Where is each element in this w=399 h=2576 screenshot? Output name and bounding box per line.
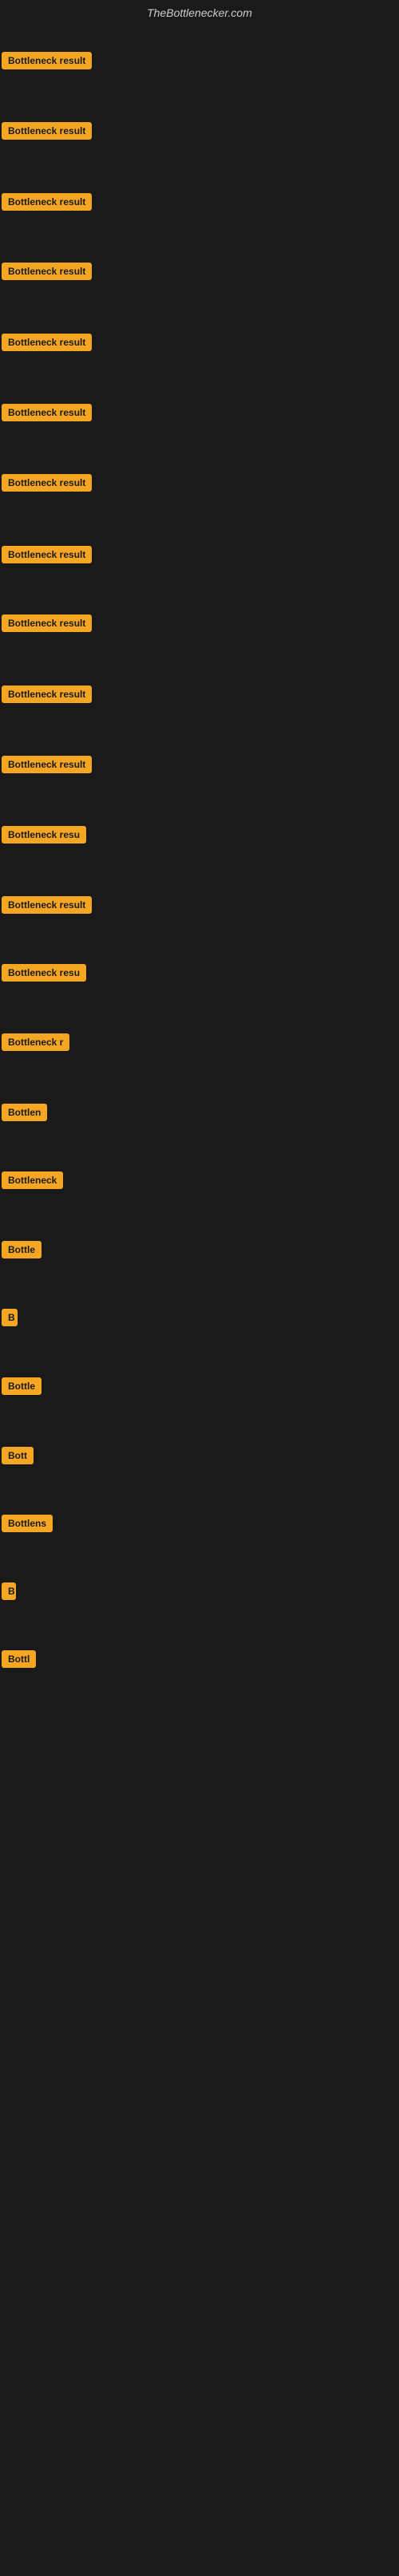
site-title: TheBottlenecker.com xyxy=(0,0,399,22)
bottleneck-badge-14[interactable]: Bottleneck resu xyxy=(2,964,86,982)
result-row-17: Bottleneck xyxy=(2,1171,63,1193)
bottleneck-badge-17[interactable]: Bottleneck xyxy=(2,1171,63,1189)
bottleneck-badge-13[interactable]: Bottleneck result xyxy=(2,896,92,914)
bottleneck-badge-12[interactable]: Bottleneck resu xyxy=(2,826,86,844)
result-row-16: Bottlen xyxy=(2,1104,47,1125)
result-row-1: Bottleneck result xyxy=(2,52,92,73)
bottleneck-badge-22[interactable]: Bottlens xyxy=(2,1515,53,1532)
results-container: Bottleneck result Bottleneck result Bottle… xyxy=(0,22,399,2576)
result-row-2: Bottleneck result xyxy=(2,122,92,144)
bottleneck-badge-23[interactable]: B xyxy=(2,1582,16,1600)
result-row-4: Bottleneck result xyxy=(2,263,92,284)
bottleneck-badge-11[interactable]: Bottleneck result xyxy=(2,756,92,773)
bottleneck-badge-19[interactable]: B xyxy=(2,1309,18,1326)
bottleneck-badge-20[interactable]: Bottle xyxy=(2,1377,41,1395)
result-row-15: Bottleneck r xyxy=(2,1033,69,1055)
bottleneck-badge-8[interactable]: Bottleneck result xyxy=(2,546,92,563)
result-row-21: Bott xyxy=(2,1447,34,1468)
bottleneck-badge-21[interactable]: Bott xyxy=(2,1447,34,1464)
result-row-10: Bottleneck result xyxy=(2,685,92,707)
result-row-9: Bottleneck result xyxy=(2,614,92,636)
bottleneck-badge-24[interactable]: Bottl xyxy=(2,1650,36,1668)
bottleneck-badge-5[interactable]: Bottleneck result xyxy=(2,334,92,351)
bottleneck-badge-10[interactable]: Bottleneck result xyxy=(2,685,92,703)
result-row-14: Bottleneck resu xyxy=(2,964,86,986)
result-row-24: Bottl xyxy=(2,1650,36,1672)
result-row-12: Bottleneck resu xyxy=(2,826,86,847)
result-row-13: Bottleneck result xyxy=(2,896,92,918)
bottleneck-badge-9[interactable]: Bottleneck result xyxy=(2,614,92,632)
bottleneck-badge-7[interactable]: Bottleneck result xyxy=(2,474,92,492)
result-row-5: Bottleneck result xyxy=(2,334,92,355)
result-row-7: Bottleneck result xyxy=(2,474,92,496)
bottleneck-badge-16[interactable]: Bottlen xyxy=(2,1104,47,1121)
bottleneck-badge-4[interactable]: Bottleneck result xyxy=(2,263,92,280)
result-row-20: Bottle xyxy=(2,1377,41,1399)
result-row-3: Bottleneck result xyxy=(2,193,92,215)
result-row-8: Bottleneck result xyxy=(2,546,92,567)
bottleneck-badge-18[interactable]: Bottle xyxy=(2,1241,41,1258)
result-row-22: Bottlens xyxy=(2,1515,53,1536)
bottleneck-badge-6[interactable]: Bottleneck result xyxy=(2,404,92,421)
bottleneck-badge-3[interactable]: Bottleneck result xyxy=(2,193,92,211)
result-row-18: Bottle xyxy=(2,1241,41,1262)
bottleneck-badge-15[interactable]: Bottleneck r xyxy=(2,1033,69,1051)
result-row-11: Bottleneck result xyxy=(2,756,92,777)
bottleneck-badge-2[interactable]: Bottleneck result xyxy=(2,122,92,140)
result-row-19: B xyxy=(2,1309,18,1330)
bottleneck-badge-1[interactable]: Bottleneck result xyxy=(2,52,92,69)
result-row-23: B xyxy=(2,1582,16,1604)
result-row-6: Bottleneck result xyxy=(2,404,92,425)
